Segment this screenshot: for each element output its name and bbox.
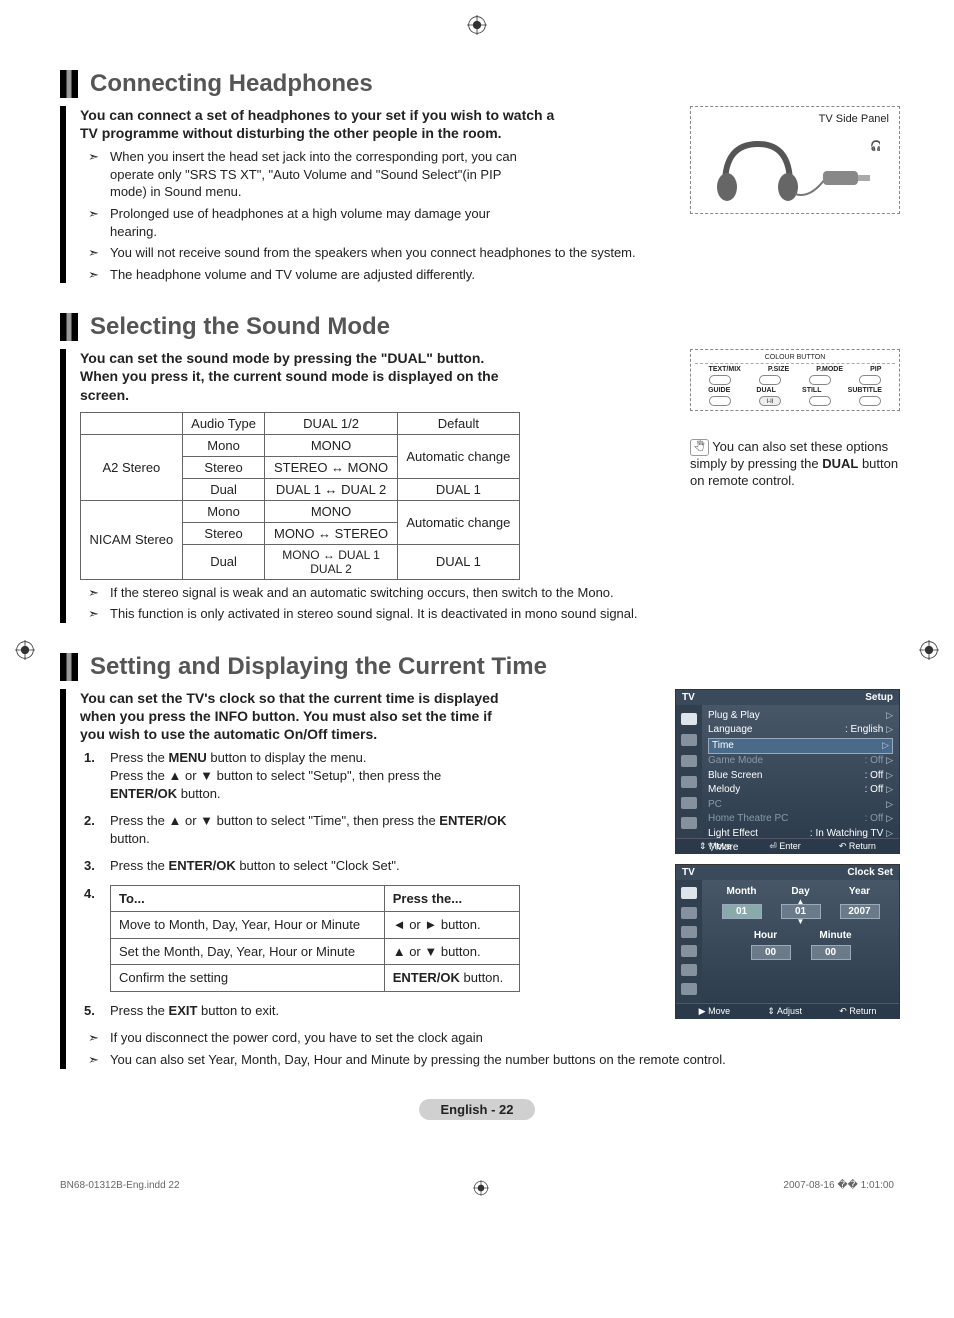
osd-menu-row: Blue Screen: Off ▷	[708, 769, 893, 784]
section-selecting-sound-mode: Selecting the Sound Mode COLOUR BUTTON T…	[60, 313, 894, 623]
section-heading: Setting and Displaying the Current Time	[90, 653, 547, 681]
heading-accent-bar	[60, 313, 78, 341]
section-setting-time: Setting and Displaying the Current Time …	[60, 653, 894, 1069]
step-item: Press the ENTER/OK button to select "Clo…	[80, 857, 510, 875]
bullet-list: If the stereo signal is weak and an auto…	[80, 584, 894, 623]
bullet-item: You will not receive sound from the spea…	[80, 244, 894, 262]
osd-menu-row: Plug & Play ▷	[708, 709, 893, 724]
section-heading: Selecting the Sound Mode	[90, 313, 390, 341]
svg-text:🎧: 🎧	[870, 139, 880, 152]
osd-menu-row: Game Mode: Off ▷	[708, 754, 893, 769]
bullet-item: If you disconnect the power cord, you ha…	[80, 1029, 894, 1047]
registration-mark-icon	[467, 15, 487, 35]
page-number-pill: English - 22	[419, 1099, 536, 1120]
heading-accent-bar	[60, 653, 78, 681]
section-heading: Connecting Headphones	[90, 70, 373, 98]
osd-setup-menu: TV Setup Plug & Play ▷Language: English …	[675, 689, 900, 854]
document-footer: BN68-01312B-Eng.indd 22 2007-08-16 �� 1:…	[60, 1180, 894, 1196]
bullet-item: This function is only activated in stere…	[80, 605, 894, 623]
doc-footer-right: 2007-08-16 �� 1:01:00	[783, 1180, 894, 1196]
osd-menu-row: PC ▷	[708, 798, 893, 813]
bullet-item: If the stereo signal is weak and an auto…	[80, 584, 894, 602]
remote-note: 🖑 You can also set these options simply …	[690, 439, 900, 490]
page-footer: English - 22	[60, 1099, 894, 1120]
osd-sidebar-icons	[676, 705, 702, 838]
bullet-list: If you disconnect the power cord, you ha…	[80, 1029, 894, 1068]
step-item: Press the MENU button to display the men…	[80, 749, 510, 802]
section-intro: You can set the sound mode by pressing t…	[80, 349, 520, 404]
registration-mark-icon	[15, 640, 35, 660]
bullet-item: The headphone volume and TV volume are a…	[80, 266, 894, 284]
remote-icon: 🖑	[690, 439, 709, 456]
step-item: Press the EXIT button to exit.	[80, 1002, 894, 1020]
registration-mark-icon	[919, 640, 939, 660]
panel-label: TV Side Panel	[697, 113, 893, 125]
osd-menu-row: Time ▷	[708, 738, 893, 755]
doc-footer-left: BN68-01312B-Eng.indd 22	[60, 1180, 180, 1196]
section-connecting-headphones: Connecting Headphones TV Side Panel 🎧	[60, 70, 894, 283]
press-table: To... Press the... Move to Month, Day, Y…	[110, 885, 520, 992]
step-item: To... Press the... Move to Month, Day, Y…	[80, 885, 894, 992]
bullet-item: Prolonged use of headphones at a high vo…	[80, 205, 540, 240]
osd-menu-row: Melody: Off ▷	[708, 783, 893, 798]
osd-menu-row: Home Theatre PC: Off ▷	[708, 812, 893, 827]
section-intro: You can set the TV's clock so that the c…	[80, 689, 510, 744]
step-item: Press the ▲ or ▼ button to select "Time"…	[80, 812, 510, 847]
registration-mark-icon	[473, 1180, 489, 1196]
bullet-item: When you insert the head set jack into t…	[80, 148, 540, 201]
heading-accent-bar	[60, 70, 78, 98]
osd-menu-row: Language: English ▷	[708, 723, 893, 738]
remote-buttons-illustration: COLOUR BUTTON TEXT/MIXP.SIZEP.MODEPIP GU…	[690, 349, 900, 411]
sound-mode-table: Audio Type DUAL 1/2 Default A2 Stereo Mo…	[80, 412, 520, 580]
section-intro: You can connect a set of headphones to y…	[80, 106, 560, 142]
bullet-item: You can also set Year, Month, Day, Hour …	[80, 1051, 894, 1069]
tv-side-panel-illustration: TV Side Panel 🎧	[690, 106, 900, 214]
osd-menu-row: Light Effect: In Watching TV ▷	[708, 827, 893, 842]
